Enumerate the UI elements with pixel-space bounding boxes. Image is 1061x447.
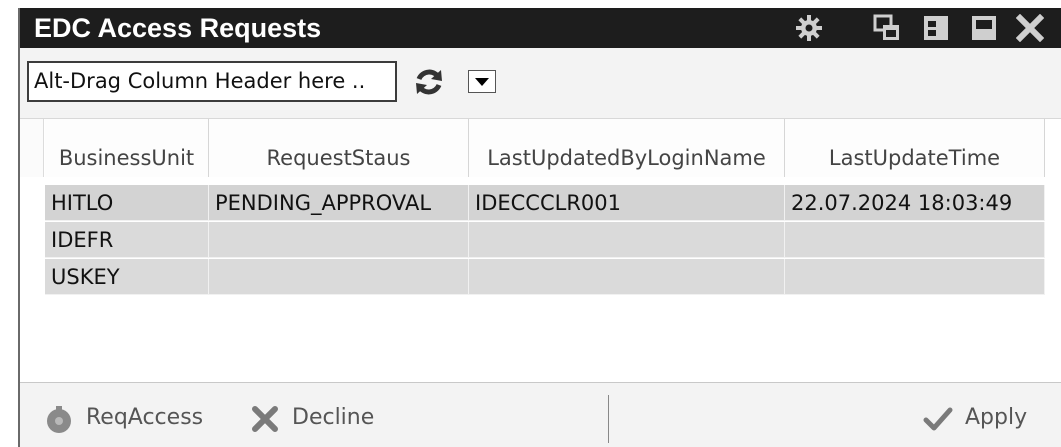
refresh-icon[interactable] <box>413 66 445 98</box>
table-row-cell[interactable]: IDEFR <box>45 222 209 258</box>
table-row-cell[interactable] <box>209 222 469 258</box>
table-row-cell[interactable] <box>785 259 1045 295</box>
window-title: EDC Access Requests <box>34 13 322 43</box>
edc-access-requests-window: EDC Access Requests Alt-Drag Column Head… <box>18 8 1061 447</box>
dock-icon[interactable] <box>922 14 950 42</box>
group-by-toolbar: Alt-Drag Column Header here .. <box>20 48 1061 118</box>
table-row-cell[interactable] <box>469 259 785 295</box>
req-access-label: ReqAccess <box>86 405 204 430</box>
table-row-cell[interactable] <box>785 222 1045 258</box>
column-chooser-dropdown[interactable] <box>468 70 496 93</box>
close-icon[interactable] <box>1016 14 1044 42</box>
key-icon <box>44 404 74 434</box>
footer-divider <box>608 395 609 443</box>
chevron-down-icon <box>475 78 489 86</box>
column-header-lastupdatedbyloginname[interactable]: LastUpdatedByLoginName <box>469 119 785 177</box>
table-row-cell[interactable] <box>209 259 469 295</box>
table-row-cell[interactable]: 22.07.2024 18:03:49 <box>785 185 1045 221</box>
check-icon <box>923 404 953 434</box>
x-icon <box>250 404 280 434</box>
row-selector-header <box>20 119 44 177</box>
column-header-requeststaus[interactable]: RequestStaus <box>209 119 469 177</box>
table-row-cell[interactable]: HITLO <box>45 185 209 221</box>
apply-button[interactable]: Apply <box>923 401 1043 435</box>
apply-label: Apply <box>965 405 1028 430</box>
table-row-cell[interactable] <box>469 222 785 258</box>
table-row-cell[interactable]: PENDING_APPROVAL <box>209 185 469 221</box>
column-header-lastupdatetime[interactable]: LastUpdateTime <box>785 119 1045 177</box>
table-row-cell[interactable]: USKEY <box>45 259 209 295</box>
action-footer: ReqAccess Decline Apply <box>20 382 1061 447</box>
group-by-drop-area[interactable]: Alt-Drag Column Header here .. <box>27 61 397 102</box>
title-bar: EDC Access Requests <box>20 8 1061 48</box>
decline-label: Decline <box>292 405 375 430</box>
column-header-businessunit[interactable]: BusinessUnit <box>45 119 209 177</box>
req-access-button[interactable]: ReqAccess <box>44 401 224 435</box>
table-row-cell[interactable]: IDECCCLR001 <box>469 185 785 221</box>
restore-icon[interactable] <box>873 14 901 42</box>
decline-button[interactable]: Decline <box>250 401 390 435</box>
maximize-icon[interactable] <box>970 14 998 42</box>
requests-grid: BusinessUnit RequestStaus LastUpdatedByL… <box>20 118 1061 382</box>
gear-icon[interactable] <box>795 14 823 42</box>
